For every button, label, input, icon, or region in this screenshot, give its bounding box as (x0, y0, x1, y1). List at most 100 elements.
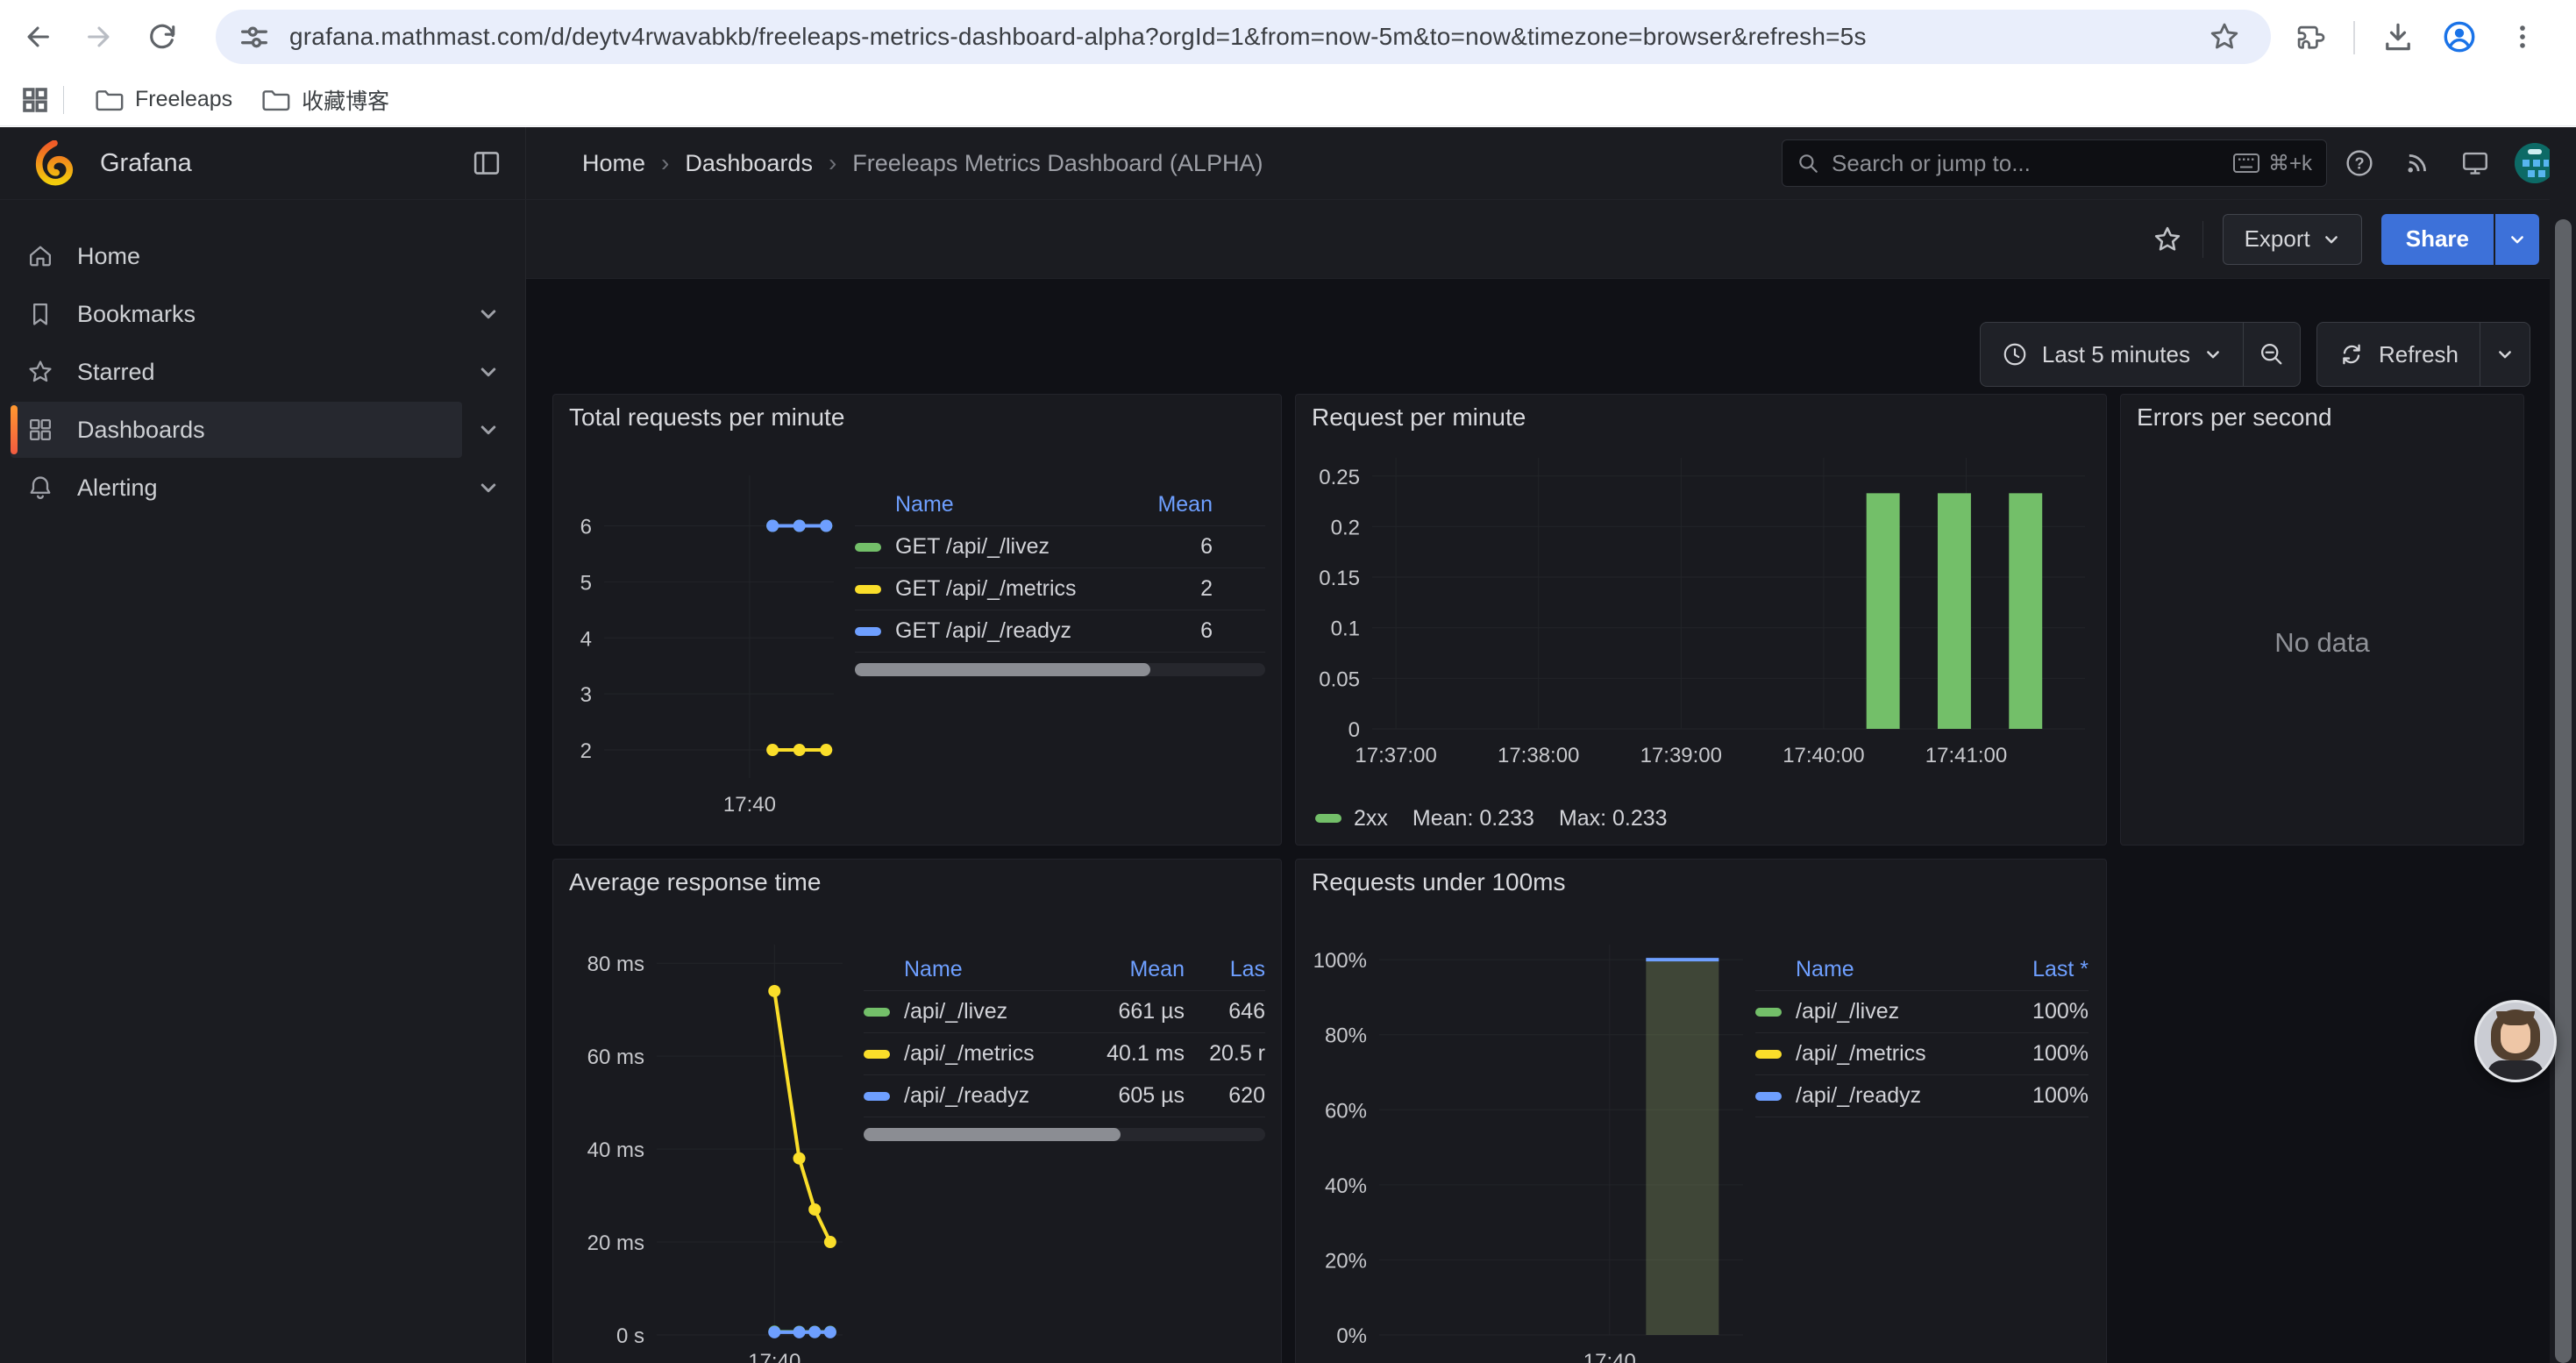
sidebar-item-dashboards[interactable]: Dashboards (11, 402, 515, 458)
sidebar-item-starred[interactable]: Starred (11, 344, 515, 400)
legend-row[interactable]: /api/_/readyz100% (1755, 1075, 2089, 1117)
apps-grid-icon[interactable] (19, 84, 51, 116)
kiosk-monitor-icon[interactable] (2450, 138, 2501, 189)
series-name: 2xx (1354, 806, 1388, 831)
sidebar-item-alerting[interactable]: Alerting (11, 460, 515, 516)
legend-row[interactable]: GET /api/_/metrics2 (855, 568, 1265, 610)
sidebar-item-home[interactable]: Home (11, 228, 515, 284)
bookmark-folder-freeleaps[interactable]: Freeleaps (80, 80, 246, 120)
time-range-label: Last 5 minutes (2042, 341, 2190, 368)
breadcrumb-separator: › (829, 149, 836, 177)
share-menu-button[interactable] (2495, 214, 2539, 265)
site-settings-icon[interactable] (237, 19, 272, 54)
bookmark-label: Freeleaps (135, 87, 232, 112)
legend-row[interactable]: /api/_/livez661 µs646 (864, 991, 1265, 1033)
scrollbar-thumb[interactable] (864, 1128, 1121, 1141)
help-icon[interactable]: ? (2334, 138, 2385, 189)
news-rss-icon[interactable] (2392, 138, 2443, 189)
sidebar-nav: Home Bookmarks Starred (0, 200, 526, 1363)
refresh-group: Refresh (2316, 322, 2530, 387)
favorite-star-icon[interactable] (2152, 224, 2183, 255)
dock-menu-icon[interactable] (471, 147, 502, 179)
legend-row[interactable]: /api/_/metrics100% (1755, 1033, 2089, 1075)
folder-icon (260, 85, 290, 115)
refresh-interval-button[interactable] (2480, 323, 2530, 386)
svg-text:17:40: 17:40 (1583, 1350, 1636, 1363)
grafana-logo[interactable] (32, 140, 77, 186)
scrollbar-thumb[interactable] (2555, 219, 2572, 1363)
search-input[interactable]: Search or jump to... ⌘+k (1782, 139, 2327, 187)
bookmark-folder-blogs[interactable]: 收藏博客 (246, 79, 403, 121)
zoom-out-icon (2258, 340, 2286, 368)
sidebar-item-bookmarks[interactable]: Bookmarks (11, 286, 515, 342)
total-requests-chart[interactable]: 6543217:40 (553, 440, 851, 845)
svg-text:100%: 100% (1313, 949, 1367, 973)
breadcrumb-dashboards[interactable]: Dashboards (685, 150, 813, 177)
time-range-group: Last 5 minutes (1980, 322, 2301, 387)
browser-menu-icon[interactable] (2497, 11, 2548, 62)
export-button[interactable]: Export (2223, 214, 2362, 265)
share-split-button: Share (2381, 214, 2539, 265)
time-controls: Last 5 minutes Refresh (1980, 322, 2530, 387)
zoom-out-button[interactable] (2243, 323, 2300, 386)
panel-title[interactable]: Total requests per minute (553, 395, 1281, 440)
share-button[interactable]: Share (2381, 214, 2494, 265)
chevron-down-icon[interactable] (462, 361, 515, 382)
average-response-time-chart[interactable]: 80 ms60 ms40 ms20 ms0 s17:40 (553, 905, 860, 1363)
legend-row[interactable]: GET /api/_/livez6 (855, 526, 1265, 568)
page-scrollbar[interactable] (2550, 127, 2576, 1363)
legend-row[interactable]: /api/_/livez100% (1755, 991, 2089, 1033)
legend-row[interactable]: /api/_/readyz605 µs620 (864, 1075, 1265, 1117)
panel-title[interactable]: Average response time (553, 860, 1281, 905)
breadcrumb-home[interactable]: Home (582, 150, 645, 177)
dashboard-canvas: Last 5 minutes Refresh (526, 279, 2576, 1363)
series-swatch (1755, 1008, 1782, 1017)
svg-text:80 ms: 80 ms (587, 953, 644, 976)
svg-text:0.05: 0.05 (1319, 667, 1360, 691)
legend-row[interactable]: /api/_/metrics40.1 ms20.5 r (864, 1033, 1265, 1075)
downloads-icon[interactable] (2373, 11, 2423, 62)
requests-under-100ms-chart[interactable]: 100%80%60%40%20%0%17:40 (1296, 905, 1755, 1363)
chevron-down-icon[interactable] (462, 303, 515, 325)
browser-forward-button[interactable] (74, 11, 125, 62)
bookmark-star-icon[interactable] (2208, 20, 2241, 54)
legend-header: NameLast * (1755, 949, 2089, 991)
legend-scrollbar[interactable] (864, 1128, 1265, 1141)
chevron-down-icon[interactable] (462, 477, 515, 498)
refresh-label: Refresh (2379, 341, 2459, 368)
svg-text:40 ms: 40 ms (587, 1138, 644, 1162)
breadcrumb-current: Freeleaps Metrics Dashboard (ALPHA) (852, 150, 1263, 177)
extensions-icon[interactable] (2287, 11, 2338, 62)
time-range-picker[interactable]: Last 5 minutes (1981, 323, 2243, 386)
floating-assistant-avatar[interactable] (2474, 1000, 2557, 1082)
bookmarks-bar: Freeleaps 收藏博客 (0, 74, 2576, 126)
panel-title[interactable]: Requests under 100ms (1296, 860, 2106, 905)
refresh-button[interactable]: Refresh (2317, 323, 2480, 386)
request-per-minute-chart[interactable]: 0.250.20.150.10.05017:37:0017:38:0017:39… (1306, 440, 2096, 792)
sidebar-item-label: Dashboards (77, 417, 205, 444)
browser-profile-icon[interactable] (2434, 11, 2485, 62)
address-bar[interactable]: grafana.mathmast.com/d/deytv4rwavabkb/fr… (216, 10, 2271, 64)
legend-row[interactable]: GET /api/_/readyz6 (855, 610, 1265, 653)
panel-title[interactable]: Request per minute (1296, 395, 2106, 440)
svg-text:17:37:00: 17:37:00 (1355, 744, 1436, 767)
grafana-top-nav: Grafana Home › Dashboards › Freeleaps Me… (0, 127, 2576, 200)
series-swatch (855, 543, 881, 552)
svg-text:0.1: 0.1 (1331, 617, 1360, 641)
panel-request-per-minute: Request per minute 0.250.20.150.10.05017… (1295, 394, 2107, 846)
bookmark-label: 收藏博客 (302, 84, 389, 116)
sidebar-item-label: Home (77, 243, 140, 270)
panel-title[interactable]: Errors per second (2121, 395, 2523, 440)
browser-reload-button[interactable] (137, 11, 188, 62)
svg-text:60%: 60% (1325, 1099, 1367, 1123)
chevron-down-icon[interactable] (462, 419, 515, 440)
brand-name: Grafana (100, 149, 192, 178)
legend-scrollbar[interactable] (855, 663, 1265, 676)
legend-inline[interactable]: 2xx Mean: 0.233 Max: 0.233 (1296, 792, 2106, 845)
scrollbar-thumb[interactable] (855, 663, 1150, 676)
browser-back-button[interactable] (12, 11, 63, 62)
series-swatch (864, 1092, 890, 1101)
sidebar-item-label: Alerting (77, 475, 158, 502)
svg-text:0.2: 0.2 (1331, 516, 1360, 539)
svg-text:0%: 0% (1336, 1324, 1367, 1348)
